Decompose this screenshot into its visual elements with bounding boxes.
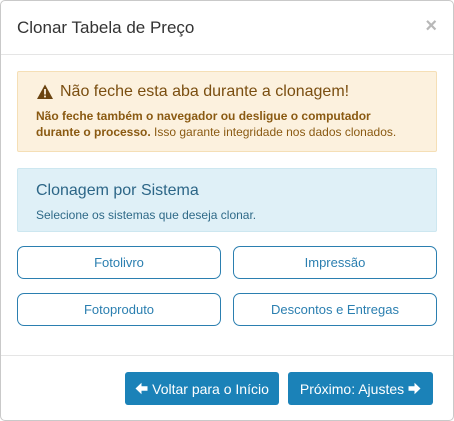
- modal-title: Clonar Tabela de Preço: [17, 18, 195, 37]
- system-button-descontos-entregas[interactable]: Descontos e Entregas: [233, 293, 437, 326]
- info-alert: Clonagem por Sistema Selecione os sistem…: [17, 168, 437, 232]
- modal-body: Não feche esta aba durante a clonagem! N…: [17, 71, 437, 326]
- system-button-fotoproduto[interactable]: Fotoproduto: [17, 293, 221, 326]
- warning-title-row: Não feche esta aba durante a clonagem!: [36, 82, 418, 102]
- info-text: Selecione os sistemas que deseja clonar.: [36, 208, 257, 222]
- modal-footer: Voltar para o Início Próximo: Ajustes: [1, 355, 453, 420]
- warning-normal-text: Isso garante integridade nos dados clona…: [150, 125, 397, 139]
- clone-price-table-modal: Clonar Tabela de Preço × Não feche esta …: [0, 0, 454, 421]
- warning-text: Não feche também o navegador ou desligue…: [36, 108, 418, 140]
- close-button[interactable]: ×: [425, 15, 437, 37]
- arrow-right-icon: [408, 382, 421, 395]
- back-to-start-button[interactable]: Voltar para o Início: [125, 372, 279, 405]
- system-button-fotolivro[interactable]: Fotolivro: [17, 246, 221, 279]
- warning-triangle-icon: [36, 83, 54, 101]
- warning-alert: Não feche esta aba durante a clonagem! N…: [17, 71, 437, 152]
- info-title: Clonagem por Sistema: [36, 182, 199, 199]
- modal-header: Clonar Tabela de Preço ×: [1, 1, 453, 55]
- system-options: Fotolivro Impressão Fotoproduto Desconto…: [17, 246, 437, 326]
- next-button-label: Próximo: Ajustes: [299, 380, 405, 397]
- next-adjustments-button[interactable]: Próximo: Ajustes: [288, 372, 433, 405]
- system-button-impressao[interactable]: Impressão: [233, 246, 437, 279]
- back-button-label: Voltar para o Início: [152, 380, 269, 397]
- warning-title: Não feche esta aba durante a clonagem!: [60, 83, 350, 100]
- arrow-left-icon: [135, 382, 148, 395]
